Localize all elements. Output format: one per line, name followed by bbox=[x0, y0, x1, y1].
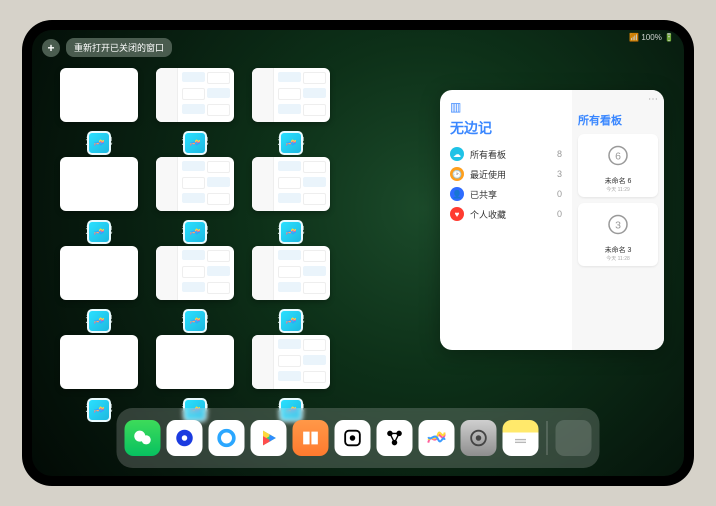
board-thumb[interactable]: 6 未命名 6今天 11:29 bbox=[578, 134, 658, 197]
sidepanel-item[interactable]: ♥ 个人收藏 0 bbox=[450, 204, 562, 224]
screen: 📶 100% 🔋 + 重新打开已关闭的窗口 无边记无边记无边记无边记无边记无边记… bbox=[32, 30, 684, 476]
new-window-button[interactable]: + bbox=[42, 39, 60, 57]
sidepanel-item[interactable]: ☁ 所有看板 8 bbox=[450, 144, 562, 164]
freeform-app-icon bbox=[279, 309, 303, 333]
sidepanel-item-count: 0 bbox=[557, 209, 562, 219]
freeform-app-icon bbox=[183, 309, 207, 333]
window-thumb[interactable]: 无边记 bbox=[60, 68, 138, 147]
freeform-app-icon bbox=[183, 131, 207, 155]
dock-play-icon[interactable] bbox=[251, 420, 287, 456]
window-thumb[interactable]: 无边记 bbox=[252, 68, 330, 147]
dock-settings-icon[interactable] bbox=[461, 420, 497, 456]
status-bar: 📶 100% 🔋 bbox=[629, 33, 674, 42]
freeform-app-icon bbox=[183, 220, 207, 244]
dock-separator bbox=[547, 421, 548, 455]
freeform-app-icon bbox=[279, 131, 303, 155]
side-app-panel[interactable]: ▥ 无边记 ☁ 所有看板 8 🕑 最近使用 3 👤 已共享 0 ♥ 个人收藏 0 ⋯ 所有看板 6 未命… bbox=[440, 90, 664, 350]
sidepanel-item[interactable]: 👤 已共享 0 bbox=[450, 184, 562, 204]
reopen-closed-window-button[interactable]: 重新打开已关闭的窗口 bbox=[66, 38, 172, 57]
freeform-app-icon bbox=[279, 220, 303, 244]
freeform-app-icon bbox=[87, 309, 111, 333]
freeform-app-icon bbox=[87, 131, 111, 155]
dock-app-blue-circle-icon[interactable] bbox=[167, 420, 203, 456]
sidepanel-title: 无边记 bbox=[450, 118, 562, 138]
sidepanel-item-count: 8 bbox=[557, 149, 562, 159]
ipad-frame: 📶 100% 🔋 + 重新打开已关闭的窗口 无边记无边记无边记无边记无边记无边记… bbox=[22, 20, 694, 486]
svg-text:6: 6 bbox=[615, 150, 621, 162]
board-thumb[interactable]: 3 未命名 3今天 11:28 bbox=[578, 203, 658, 266]
dock-freeform-icon[interactable] bbox=[419, 420, 455, 456]
board-date: 今天 11:29 bbox=[582, 186, 654, 193]
sidepanel-right-title: 所有看板 bbox=[578, 112, 658, 128]
sidepanel-item-count: 3 bbox=[557, 169, 562, 179]
sidepanel-item-label: 已共享 bbox=[470, 188, 497, 201]
dock-quark-icon[interactable] bbox=[209, 420, 245, 456]
freeform-app-icon bbox=[87, 398, 111, 422]
window-thumb[interactable]: 无边记 bbox=[60, 246, 138, 325]
sidepanel-item-icon: 👤 bbox=[450, 187, 464, 201]
window-thumb[interactable]: 无边记 bbox=[60, 157, 138, 236]
window-thumb[interactable]: 无边记 bbox=[156, 246, 234, 325]
board-label: 未命名 6 bbox=[582, 176, 654, 186]
window-thumb[interactable]: 无边记 bbox=[156, 335, 234, 414]
window-thumb[interactable]: 无边记 bbox=[60, 335, 138, 414]
app-switcher-grid: 无边记无边记无边记无边记无边记无边记无边记无边记无边记无边记无边记无边记 bbox=[60, 68, 400, 414]
board-date: 今天 11:28 bbox=[582, 255, 654, 262]
dock-notes-icon[interactable] bbox=[503, 420, 539, 456]
dock-wechat-icon[interactable] bbox=[125, 420, 161, 456]
board-label: 未命名 3 bbox=[582, 245, 654, 255]
sidepanel-item-icon: ♥ bbox=[450, 207, 464, 221]
sidepanel-item-icon: 🕑 bbox=[450, 167, 464, 181]
freeform-app-icon bbox=[87, 220, 111, 244]
dock-recent-apps[interactable] bbox=[556, 420, 592, 456]
more-icon[interactable]: ⋯ bbox=[648, 94, 658, 105]
svg-text:3: 3 bbox=[615, 219, 621, 231]
sidepanel-item-label: 最近使用 bbox=[470, 168, 506, 181]
dock-books-icon[interactable] bbox=[293, 420, 329, 456]
sidepanel-item-label: 所有看板 bbox=[470, 148, 506, 161]
window-thumb[interactable]: 无边记 bbox=[156, 68, 234, 147]
window-thumb[interactable]: 无边记 bbox=[252, 246, 330, 325]
sidepanel-item-label: 个人收藏 bbox=[470, 208, 506, 221]
sidepanel-item[interactable]: 🕑 最近使用 3 bbox=[450, 164, 562, 184]
window-thumb[interactable]: 无边记 bbox=[252, 157, 330, 236]
window-thumb[interactable]: 无边记 bbox=[252, 335, 330, 414]
sidepanel-item-icon: ☁ bbox=[450, 147, 464, 161]
dock-nodes-icon[interactable] bbox=[377, 420, 413, 456]
dock-dice-icon[interactable] bbox=[335, 420, 371, 456]
window-thumb[interactable]: 无边记 bbox=[156, 157, 234, 236]
dock bbox=[117, 408, 600, 468]
sidebar-toggle-icon[interactable]: ▥ bbox=[450, 100, 562, 114]
sidepanel-item-count: 0 bbox=[557, 189, 562, 199]
